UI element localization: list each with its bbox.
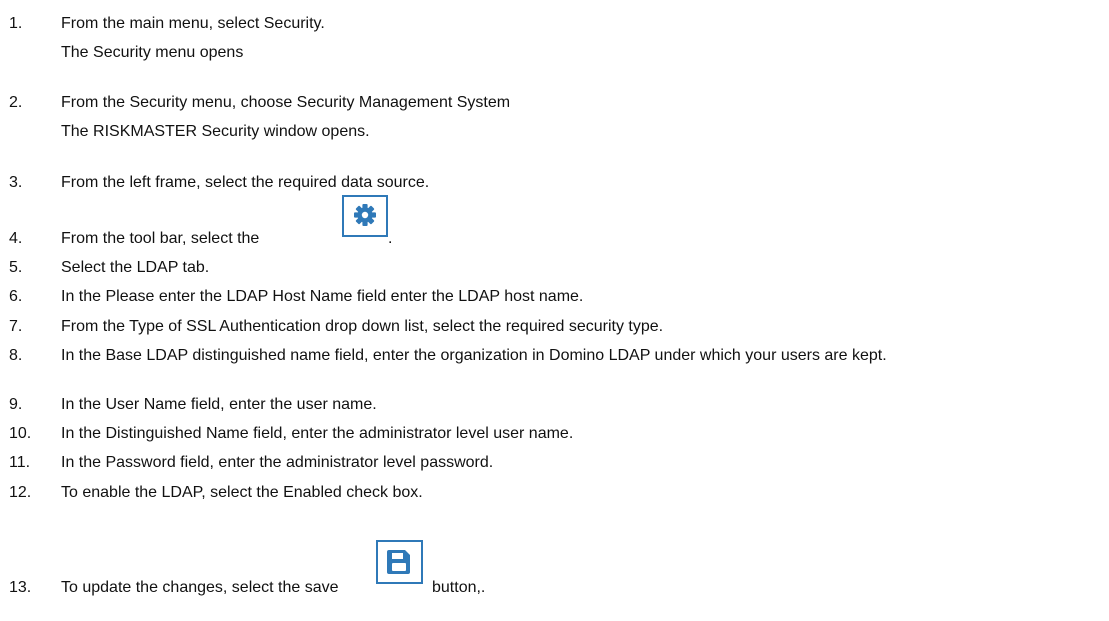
step-text: Select the LDAP tab.: [61, 259, 210, 276]
step-number: 8.: [9, 347, 23, 364]
step-number: 9.: [9, 396, 23, 413]
step-text: From the main menu, select Security.: [61, 15, 325, 32]
step-result: The Security menu opens: [61, 44, 244, 61]
step-number: 4.: [9, 230, 23, 247]
step-number: 3.: [9, 174, 23, 191]
step-text: In the Distinguished Name field, enter t…: [61, 425, 574, 442]
step-text: From the tool bar, select the: [61, 230, 260, 247]
step-text: In the User Name field, enter the user n…: [61, 396, 377, 413]
step-number: 10.: [9, 425, 32, 442]
step-number: 1.: [9, 15, 23, 32]
step-result: The RISKMASTER Security window opens.: [61, 123, 370, 140]
step-text-tail: .: [388, 230, 393, 247]
gear-icon: [342, 195, 388, 237]
step-number: 12.: [9, 484, 32, 501]
step-text: To update the changes, select the save: [61, 579, 339, 596]
step-text: From the Security menu, choose Security …: [61, 94, 511, 111]
step-number: 2.: [9, 94, 23, 111]
step-text: In the Please enter the LDAP Host Name f…: [61, 288, 584, 305]
step-text: From the Type of SSL Authentication drop…: [61, 318, 664, 335]
step-number: 5.: [9, 259, 23, 276]
step-text: In the Password field, enter the adminis…: [61, 454, 494, 471]
step-number: 7.: [9, 318, 23, 335]
step-text-tail: button,.: [432, 579, 486, 596]
step-number: 6.: [9, 288, 23, 305]
step-text: In the Base LDAP distinguished name fiel…: [61, 347, 887, 364]
step-text: From the left frame, select the required…: [61, 174, 430, 191]
step-text: To enable the LDAP, select the Enabled c…: [61, 484, 423, 501]
save-icon: [376, 540, 423, 584]
step-number: 11.: [9, 454, 31, 471]
step-number: 13.: [9, 579, 32, 596]
